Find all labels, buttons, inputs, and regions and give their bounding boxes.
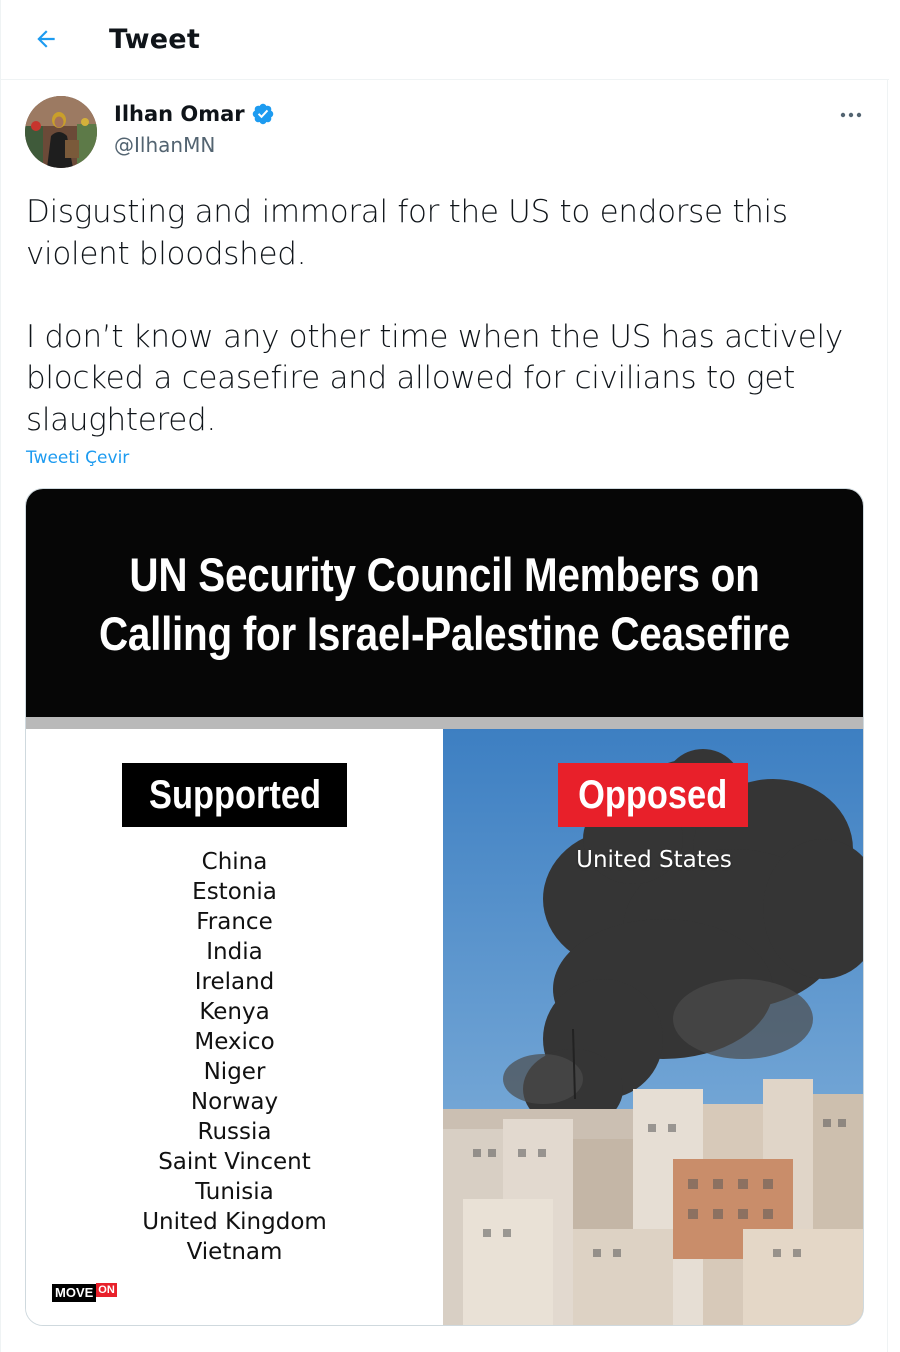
opposed-country-item: United States	[576, 847, 732, 873]
country-item: Estonia	[192, 879, 277, 905]
country-item: Kenya	[199, 999, 270, 1025]
page-header: Tweet	[1, 0, 889, 80]
country-item: India	[206, 939, 263, 965]
country-item: China	[201, 849, 268, 875]
back-button[interactable]	[27, 22, 65, 60]
avatar-image	[25, 96, 97, 168]
media-title: UN Security Council Members on Calling f…	[85, 545, 805, 663]
media-title-line-1: UN Security Council Members on	[129, 548, 760, 601]
more-horizontal-icon	[839, 106, 863, 124]
more-options-button[interactable]	[835, 100, 867, 130]
supported-country-list: China Estonia France India Ireland Kenya…	[26, 847, 443, 1267]
country-item: Russia	[197, 1119, 272, 1145]
supported-panel: Supported China Estonia France India Ire…	[26, 729, 443, 1325]
country-item: Norway	[190, 1089, 279, 1115]
country-item: France	[196, 909, 273, 935]
country-item: Saint Vincent	[158, 1149, 311, 1175]
logo-text-move: MOVE	[52, 1284, 97, 1302]
opposed-badge: Opposed	[558, 763, 748, 827]
divider-strip	[26, 717, 863, 729]
country-item: Ireland	[194, 969, 275, 995]
logo-text-on: ON	[96, 1283, 117, 1297]
translate-tweet-link[interactable]: Tweeti Çevir	[26, 448, 129, 468]
supported-label: Supported	[148, 772, 321, 817]
country-item: United Kingdom	[142, 1209, 327, 1235]
media-title-banner: UN Security Council Members on Calling f…	[26, 489, 863, 717]
avatar[interactable]	[25, 96, 97, 168]
verified-badge-icon	[251, 102, 275, 126]
media-title-line-2: Calling for Israel-Palestine Ceasefire	[98, 607, 791, 660]
page-title: Tweet	[109, 24, 200, 55]
country-item: Mexico	[194, 1029, 275, 1055]
moveon-logo: MOVE ON	[52, 1283, 117, 1303]
opposed-label: Opposed	[578, 772, 728, 817]
opposed-panel: Opposed United States	[443, 729, 863, 1325]
country-item: Niger	[203, 1059, 266, 1085]
tweet-media-image[interactable]: UN Security Council Members on Calling f…	[25, 488, 864, 1326]
country-item: Tunisia	[195, 1179, 274, 1205]
arrow-left-icon	[33, 26, 59, 57]
author-name[interactable]: Ilhan Omar	[114, 102, 275, 126]
author-name-text: Ilhan Omar	[114, 102, 245, 126]
tweet-detail-page: Tweet Ilhan Omar @IlhanMN Disgusting and…	[0, 0, 889, 1352]
country-item: Vietnam	[186, 1239, 283, 1265]
tweet-text: Disgusting and immoral for the US to end…	[26, 194, 843, 438]
supported-badge: Supported	[122, 763, 347, 827]
author-handle[interactable]: @IlhanMN	[114, 133, 215, 157]
